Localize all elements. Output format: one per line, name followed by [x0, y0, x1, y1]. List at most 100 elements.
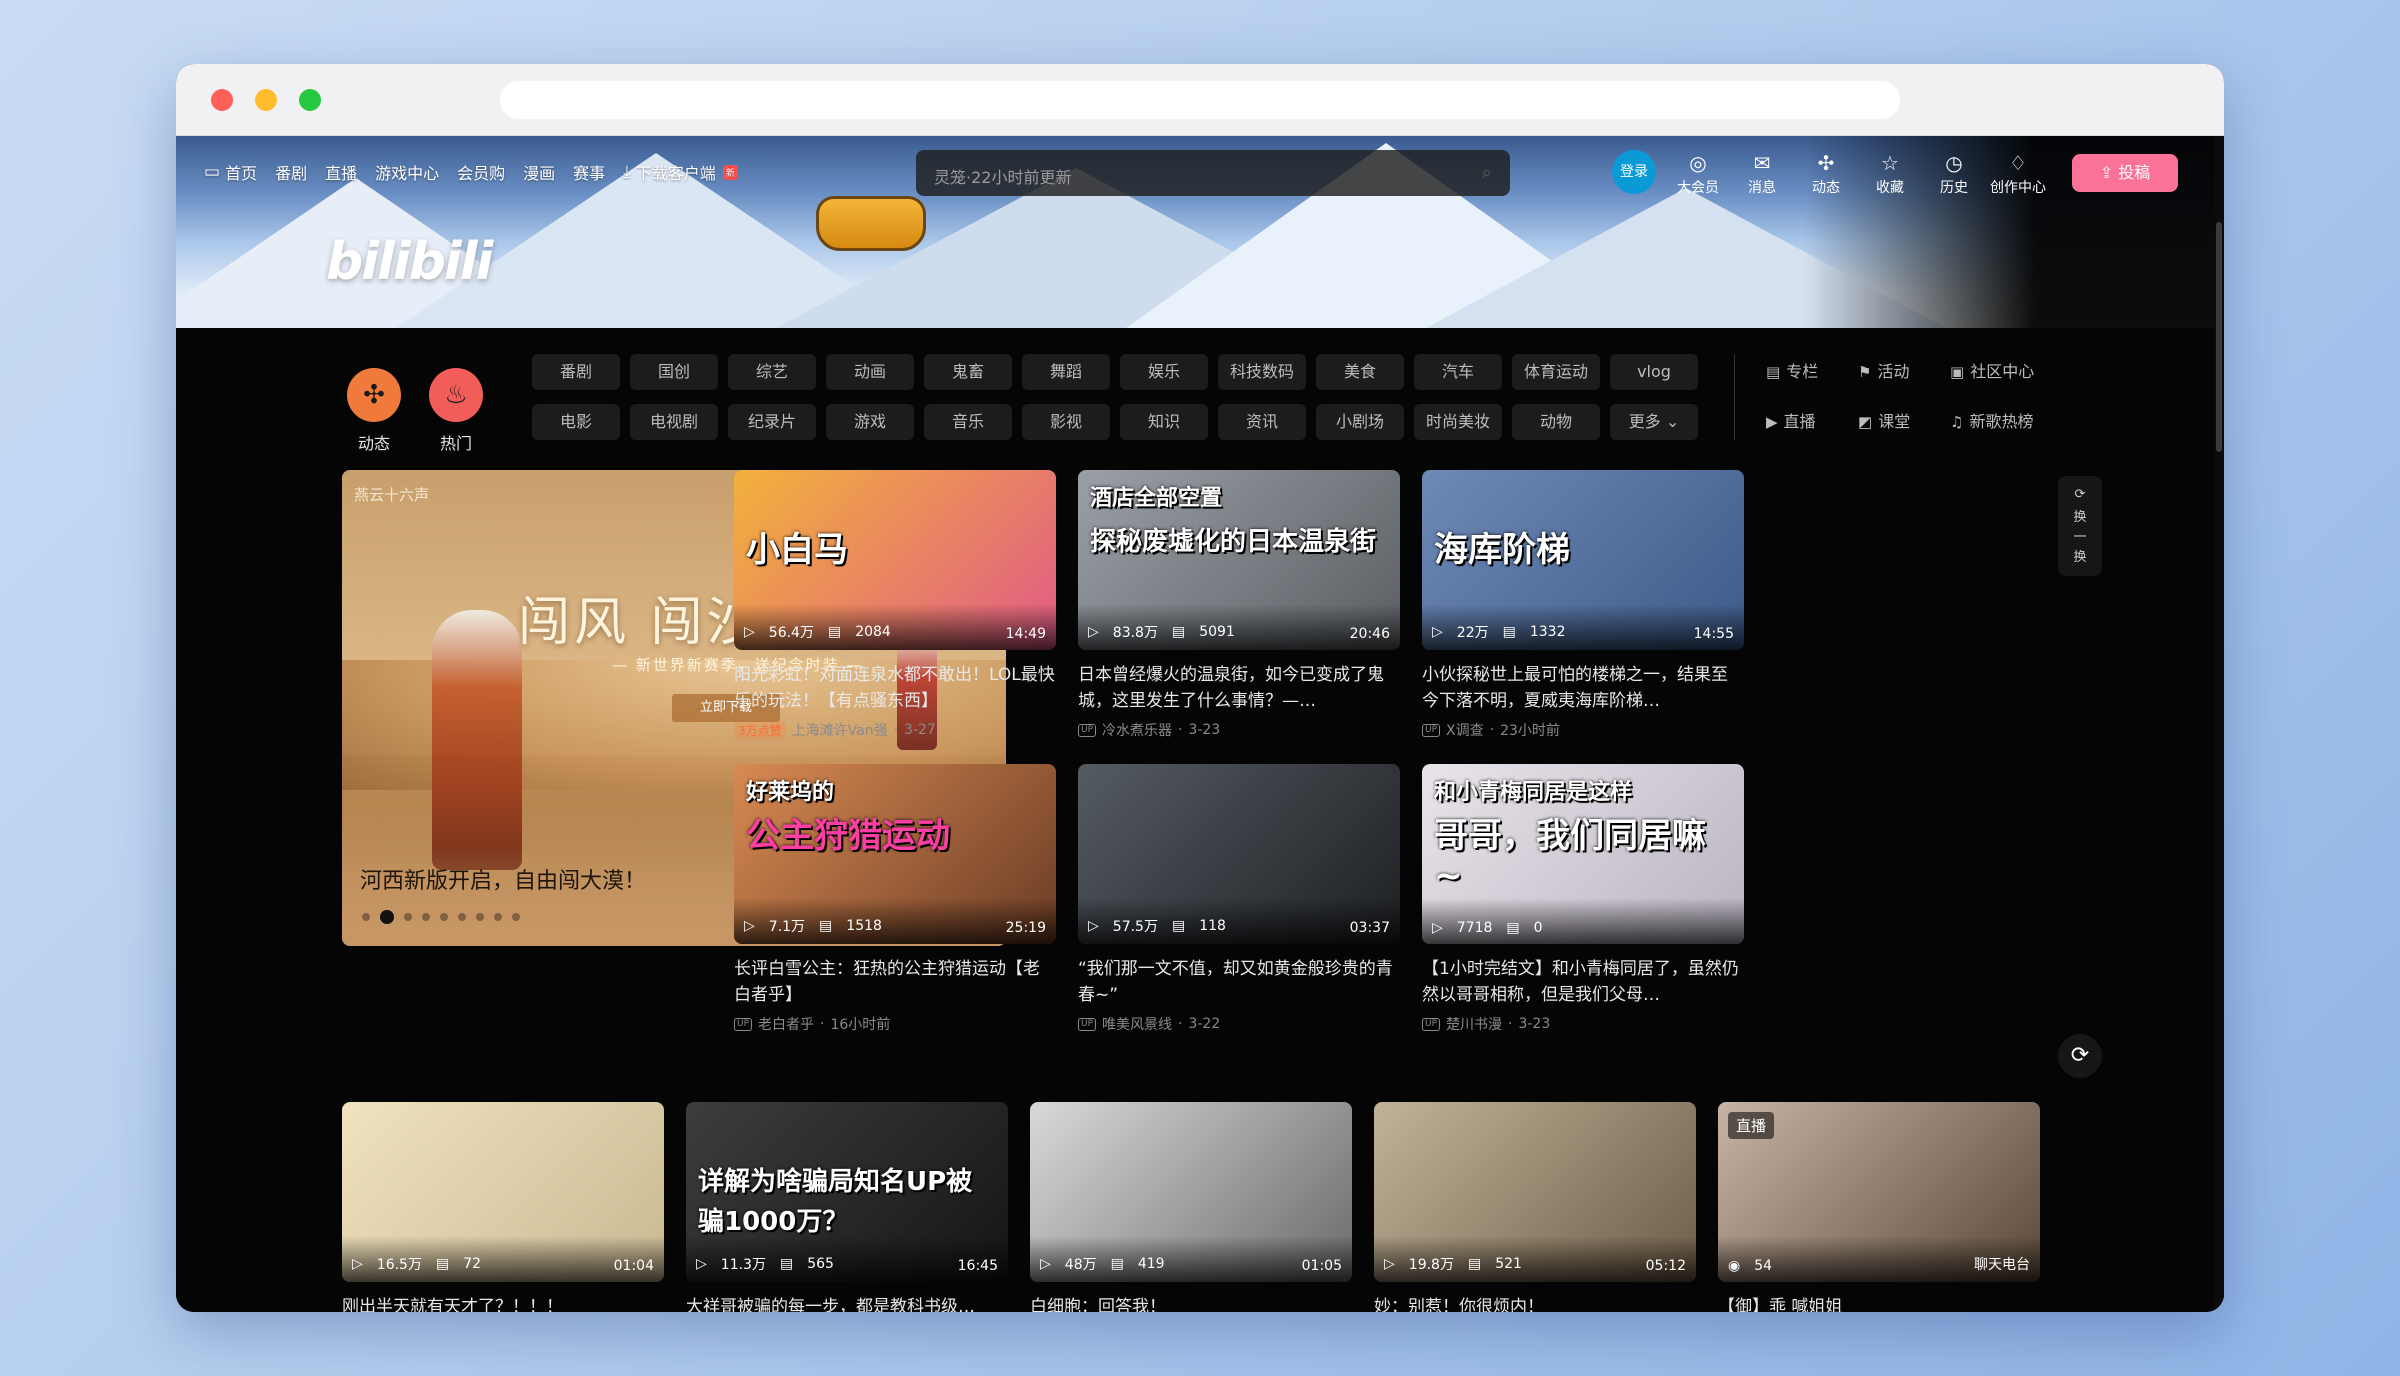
category-chip[interactable]: 电视剧 [630, 404, 718, 440]
topnav-item-5[interactable]: 漫画 [523, 160, 555, 184]
uploader-name[interactable]: 上海滩许Van强 [792, 720, 888, 740]
header-favorites[interactable]: ☆ 收藏 [1858, 152, 1922, 197]
hot-entry[interactable]: ♨ 热门 [428, 368, 484, 454]
category-chip[interactable]: 综艺 [728, 354, 816, 390]
category-chip[interactable]: vlog [1610, 354, 1698, 390]
video-thumbnail[interactable]: 酒店全部空置 探秘废墟化的日本温泉街 20:46 ▷ 83.8万 ▤ 5091 [1078, 470, 1400, 650]
video-card[interactable]: 海库阶梯 14:55 ▷ 22万 ▤ 1332 小伙探秘世上最可怕的楼梯之一，结果至今下落不… [1422, 470, 1744, 740]
topnav-item-4[interactable]: 会员购 [457, 160, 505, 184]
video-thumbnail[interactable]: 05:12 ▷ 19.8万 ▤ 521 [1374, 1102, 1696, 1282]
video-thumbnail[interactable]: 01:05 ▷ 48万 ▤ 419 [1030, 1102, 1352, 1282]
channel-link[interactable]: ⚑ 活动 [1858, 354, 1950, 390]
video-thumbnail[interactable]: 01:04 ▷ 16.5万 ▤ 72 [342, 1102, 664, 1282]
video-thumbnail[interactable]: 直播 聊天电台 ◉ 54 [1718, 1102, 2040, 1282]
video-card[interactable]: 直播 聊天电台 ◉ 54 【御】乖 喊姐姐 [1718, 1102, 2040, 1312]
header-vip[interactable]: ◎ 大会员 [1666, 152, 1730, 197]
uploader-name[interactable]: 唯美风景线 [1102, 1014, 1172, 1034]
video-title[interactable]: 【御】乖 喊姐姐 [1718, 1294, 2040, 1312]
carousel-dot[interactable] [404, 913, 412, 921]
dynamic-entry[interactable]: ✣ 动态 [346, 368, 402, 454]
video-card[interactable]: 03:37 ▷ 57.5万 ▤ 118 “我们那一文不值，却又如黄金般珍贵的青春~” UP 唯… [1078, 764, 1400, 1034]
video-thumbnail[interactable]: 03:37 ▷ 57.5万 ▤ 118 [1078, 764, 1400, 944]
channel-link[interactable]: ▣ 社区中心 [1950, 354, 2042, 390]
video-thumbnail[interactable]: 海库阶梯 14:55 ▷ 22万 ▤ 1332 [1422, 470, 1744, 650]
video-title[interactable]: 妙：别惹！你很烦内！ [1374, 1294, 1696, 1312]
login-avatar-button[interactable]: 登录 [1612, 150, 1656, 194]
carousel-dot[interactable] [380, 910, 394, 924]
topnav-item-7[interactable]: ⤓ 下载客户端新 [623, 160, 738, 184]
category-chip[interactable]: 汽车 [1414, 354, 1502, 390]
uploader-name[interactable]: 楚川书漫 [1446, 1014, 1502, 1034]
carousel-caption[interactable]: 河西新版开启，自由闯大漠！ [360, 863, 646, 895]
video-title[interactable]: 阳光彩虹！对面连泉水都不敢出！LOL最快乐的玩法！【有点骚东西】 [734, 662, 1056, 714]
video-title[interactable]: 大祥哥被骗的每一步，都是教科书级… [686, 1294, 1008, 1312]
uploader-name[interactable]: X调查 [1446, 720, 1484, 740]
category-chip[interactable]: 游戏 [826, 404, 914, 440]
video-title[interactable]: 白细胞：回答我！ [1030, 1294, 1352, 1312]
channel-link[interactable]: ♫ 新歌热榜 [1950, 404, 2042, 440]
carousel-dot[interactable] [494, 913, 502, 921]
video-card[interactable]: 05:12 ▷ 19.8万 ▤ 521 妙：别惹！你很烦内！ [1374, 1102, 1696, 1312]
header-creator[interactable]: ♢ 创作中心 [1986, 152, 2050, 197]
channel-link[interactable]: ▶ 直播 [1766, 404, 1858, 440]
category-chip[interactable]: 纪录片 [728, 404, 816, 440]
bilibili-logo[interactable]: bilibili [326, 232, 493, 292]
category-chip[interactable]: 美食 [1316, 354, 1404, 390]
carousel-dot[interactable] [476, 913, 484, 921]
maximize-window-button[interactable] [299, 89, 321, 111]
uploader-name[interactable]: 冷水煮乐器 [1102, 720, 1172, 740]
video-card[interactable]: 好莱坞的 公主狩猎运动 25:19 ▷ 7.1万 ▤ 1518 长评白雪公主：狂热的公主狩猎运… [734, 764, 1056, 1034]
close-window-button[interactable] [211, 89, 233, 111]
video-title[interactable]: “我们那一文不值，却又如黄金般珍贵的青春~” [1078, 956, 1400, 1008]
address-bar[interactable] [500, 81, 1900, 119]
topnav-item-2[interactable]: 直播 [325, 160, 357, 184]
upload-button[interactable]: ⇪ 投稿 [2072, 154, 2178, 192]
video-card[interactable]: 酒店全部空置 探秘废墟化的日本温泉街 20:46 ▷ 83.8万 ▤ 5091 日本曾经爆火的… [1078, 470, 1400, 740]
video-thumbnail[interactable]: 详解为啥骗局知名UP被骗1000万？ 16:45 ▷ 11.3万 ▤ 565 [686, 1102, 1008, 1282]
header-message[interactable]: ✉ 消息 [1730, 152, 1794, 197]
header-dynamic[interactable]: ✣ 动态 [1794, 152, 1858, 197]
category-chip[interactable]: 影视 [1022, 404, 1110, 440]
topnav-item-1[interactable]: 番剧 [275, 160, 307, 184]
category-chip[interactable]: 时尚美妆 [1414, 404, 1502, 440]
video-title[interactable]: 日本曾经爆火的温泉街，如今已变成了鬼城，这里发生了什么事情？—… [1078, 662, 1400, 714]
video-thumbnail[interactable]: 和小青梅同居是这样 哥哥，我们同居嘛~ ▷ 7718 ▤ 0 [1422, 764, 1744, 944]
video-thumbnail[interactable]: 好莱坞的 公主狩猎运动 25:19 ▷ 7.1万 ▤ 1518 [734, 764, 1056, 944]
scrollbar[interactable] [2214, 136, 2224, 1312]
category-chip[interactable]: 动画 [826, 354, 914, 390]
category-chip[interactable]: 科技数码 [1218, 354, 1306, 390]
video-card[interactable]: 01:05 ▷ 48万 ▤ 419 白细胞：回答我！ [1030, 1102, 1352, 1312]
carousel-dot[interactable] [362, 913, 370, 921]
category-chip[interactable]: 知识 [1120, 404, 1208, 440]
carousel-dot[interactable] [512, 913, 520, 921]
video-title[interactable]: 小伙探秘世上最可怕的楼梯之一，结果至今下落不明，夏威夷海库阶梯… [1422, 662, 1744, 714]
category-chip[interactable]: 资讯 [1218, 404, 1306, 440]
video-title[interactable]: 刚出半天就有天才了？！！！ [342, 1294, 664, 1312]
minimize-window-button[interactable] [255, 89, 277, 111]
carousel-dot[interactable] [458, 913, 466, 921]
video-card[interactable]: 和小青梅同居是这样 哥哥，我们同居嘛~ ▷ 7718 ▤ 0 【1小时完结文】和小青梅同居了… [1422, 764, 1744, 1034]
scroll-refresh-icon[interactable]: ⟳ [2058, 1034, 2102, 1078]
video-title[interactable]: 【1小时完结文】和小青梅同居了，虽然仍然以哥哥相称，但是我们父母… [1422, 956, 1744, 1008]
topnav-item-6[interactable]: 赛事 [573, 160, 605, 184]
carousel-dot[interactable] [440, 913, 448, 921]
category-chip[interactable]: 番剧 [532, 354, 620, 390]
video-title[interactable]: 长评白雪公主：狂热的公主狩猎运动【老白者乎】 [734, 956, 1056, 1008]
category-chip[interactable]: 娱乐 [1120, 354, 1208, 390]
uploader-name[interactable]: 老白者乎 [758, 1014, 814, 1034]
category-chip[interactable]: 电影 [532, 404, 620, 440]
search-input[interactable]: 灵笼·22小时前更新 ⌕ [916, 150, 1510, 196]
video-card[interactable]: 01:04 ▷ 16.5万 ▤ 72 刚出半天就有天才了？！！！ [342, 1102, 664, 1312]
topnav-item-0[interactable]: ▭ 首页 [204, 160, 257, 184]
channel-link[interactable]: ◩ 课堂 [1858, 404, 1950, 440]
header-history[interactable]: ◷ 历史 [1922, 152, 1986, 197]
search-icon[interactable]: ⌕ [1482, 162, 1492, 183]
category-chip[interactable]: 舞蹈 [1022, 354, 1110, 390]
category-chip[interactable]: 鬼畜 [924, 354, 1012, 390]
refresh-button[interactable]: ⟳ 换一换 [2058, 476, 2102, 576]
category-chip[interactable]: 国创 [630, 354, 718, 390]
video-thumbnail[interactable]: 小白马 14:49 ▷ 56.4万 ▤ 2084 [734, 470, 1056, 650]
category-chip[interactable]: 小剧场 [1316, 404, 1404, 440]
video-card[interactable]: 详解为啥骗局知名UP被骗1000万？ 16:45 ▷ 11.3万 ▤ 565 大祥哥被骗的每… [686, 1102, 1008, 1312]
category-chip[interactable]: 体育运动 [1512, 354, 1600, 390]
